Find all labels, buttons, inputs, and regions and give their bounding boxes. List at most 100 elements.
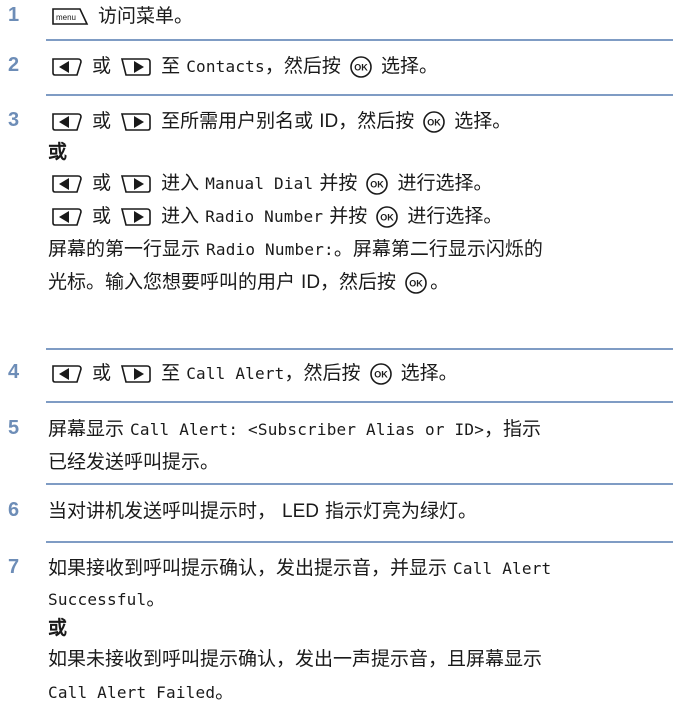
step-line: Successful。 (48, 585, 673, 614)
left-arrow-key-icon (50, 56, 84, 78)
ok-key-icon: OK (375, 205, 399, 229)
display-text: Manual Dial (205, 174, 314, 193)
step-line: menu 访问菜单。 (48, 0, 673, 33)
body-text: 或 (86, 55, 118, 77)
step-divider (46, 39, 673, 41)
display-text: Radio Number: (206, 240, 334, 259)
body-text: 或 (86, 110, 118, 132)
step-line: 如果接收到呼叫提示确认，发出提示音，并显示 Call Alert (48, 552, 673, 585)
body-text: 进入 (155, 172, 206, 194)
latin-text: ID (319, 111, 339, 132)
ok-key-icon: OK (369, 362, 393, 386)
body-text: 访问菜单。 (92, 5, 194, 27)
body-text: 。 (215, 681, 235, 703)
step-divider (46, 541, 673, 543)
or-label: 或 (48, 141, 68, 163)
ok-key-icon: OK (365, 172, 389, 196)
step-line: 或 至 Contacts，然后按 OK 选择。 (48, 50, 673, 83)
body-text: 选择。 (448, 110, 512, 132)
body-text: 当对讲机发送呼叫提示时， (48, 500, 283, 522)
body-text: 至 (155, 362, 187, 384)
step-line: 如果未接收到呼叫提示确认，发出一声提示音，且屏幕显示 (48, 643, 673, 676)
step-line: Call Alert Failed。 (48, 676, 673, 709)
step-line: 或 至 Call Alert，然后按 OK 选择。 (48, 357, 673, 390)
right-arrow-key-icon (119, 206, 153, 228)
body-text: ，然后按 (338, 110, 421, 132)
body-text: 或 (86, 172, 118, 194)
body-text: ，指示 (484, 418, 542, 440)
body-text: ，然后按 (264, 55, 347, 77)
or-label: 或 (48, 617, 68, 639)
step-line: 已经发送呼叫提示。 (48, 446, 673, 479)
body-text: 进行选择。 (401, 205, 503, 227)
left-arrow-key-icon (50, 206, 84, 228)
body-text: 。屏幕第二行显示闪烁的 (333, 238, 543, 260)
left-arrow-key-icon (50, 363, 84, 385)
body-text: 或 (86, 362, 118, 384)
latin-text: LED (282, 501, 320, 522)
body-text: ，然后按 (284, 362, 367, 384)
menu-key-label: menu (56, 13, 76, 22)
step-divider (46, 94, 673, 96)
left-arrow-key-icon (50, 111, 84, 133)
display-text: Contacts (186, 57, 265, 76)
body-text: 并按 (323, 205, 374, 227)
step-number: 2 (8, 54, 20, 76)
body-text: 至所需用户别名或 (155, 110, 320, 132)
step-divider (46, 401, 673, 403)
step-content: menu 访问菜单。 (48, 0, 673, 33)
display-text: Call Alert: <Subscriber Alias or ID> (130, 420, 485, 439)
step-number: 1 (8, 4, 20, 26)
ok-key-label: OK (409, 279, 423, 289)
body-text: 如果未接收到呼叫提示确认，发出一声提示音，且屏幕显示 (48, 648, 543, 670)
step-content: 或 至所需用户别名或 ID，然后按 OK 选择。或 或 进入 Manual Di… (48, 105, 673, 299)
body-text: 如果接收到呼叫提示确认，发出提示音，并显示 (48, 557, 454, 579)
display-text: Call Alert (186, 364, 285, 383)
body-text: 并按 (313, 172, 364, 194)
body-text: 进入 (155, 205, 206, 227)
right-arrow-key-icon (119, 111, 153, 133)
step-content: 如果接收到呼叫提示确认，发出提示音，并显示 Call Alert Successf… (48, 552, 673, 709)
step-number: 5 (8, 417, 20, 439)
latin-text: ID (301, 272, 321, 293)
ok-key-label: OK (371, 180, 385, 190)
body-text: 。 (146, 588, 166, 610)
body-text: 屏幕的第一行显示 (48, 238, 207, 260)
right-arrow-key-icon (119, 173, 153, 195)
step-divider (46, 348, 673, 350)
ok-key-label: OK (381, 213, 395, 223)
step-line: 或 (48, 138, 673, 167)
display-text: Radio Number (205, 207, 324, 226)
step-number: 3 (8, 109, 20, 131)
step-number: 4 (8, 361, 20, 383)
body-text: 已经发送呼叫提示。 (48, 451, 220, 473)
right-arrow-key-icon (119, 56, 153, 78)
ok-key-label: OK (354, 63, 368, 73)
step-line: 屏幕的第一行显示 Radio Number:。屏幕第二行显示闪烁的 (48, 233, 673, 266)
body-text: 指示灯亮为绿灯。 (319, 500, 478, 522)
step-content: 屏幕显示 Call Alert: <Subscriber Alias or ID… (48, 413, 673, 479)
left-arrow-key-icon (50, 173, 84, 195)
step-content: 当对讲机发送呼叫提示时， LED 指示灯亮为绿灯。 (48, 495, 673, 528)
step-line: 或 (48, 614, 673, 643)
step-content: 或 至 Contacts，然后按 OK 选择。 (48, 50, 673, 83)
body-text: 或 (86, 205, 118, 227)
step-line: 屏幕显示 Call Alert: <Subscriber Alias or ID… (48, 413, 673, 446)
step-line: 或 进入 Manual Dial 并按 OK 进行选择。 (48, 167, 673, 200)
ok-key-label: OK (374, 370, 388, 380)
body-text: 光标。输入您想要呼叫的用户 (48, 271, 302, 293)
display-text: Successful (48, 590, 147, 609)
body-text: 选择。 (394, 362, 458, 384)
ok-key-icon: OK (404, 271, 428, 295)
body-text: 选择。 (374, 55, 438, 77)
step-number: 6 (8, 499, 20, 521)
step-content: 或 至 Call Alert，然后按 OK 选择。 (48, 357, 673, 390)
ok-key-label: OK (427, 118, 441, 128)
right-arrow-key-icon (119, 363, 153, 385)
display-text: Call Alert Failed (48, 683, 216, 702)
step-line: 当对讲机发送呼叫提示时， LED 指示灯亮为绿灯。 (48, 495, 673, 528)
ok-key-icon: OK (422, 110, 446, 134)
body-text: 至 (155, 55, 187, 77)
instruction-page: 1 menu 访问菜单。 2 或 至 Contacts，然后按 OK 选择。 3 或 … (0, 0, 683, 703)
step-line: 光标。输入您想要呼叫的用户 ID，然后按 OK 。 (48, 266, 673, 299)
